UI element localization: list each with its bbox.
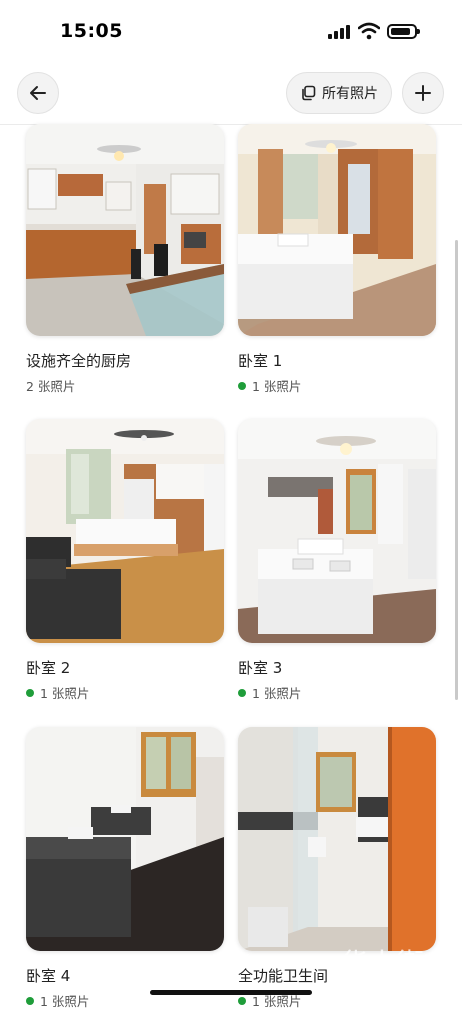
- status-time: 15:05: [60, 20, 123, 42]
- room-card-bedroom-2[interactable]: 卧室 2 1 张照片: [26, 419, 224, 701]
- room-title: 全功能卫生间: [238, 967, 329, 985]
- all-photos-button[interactable]: 所有照片: [286, 72, 392, 114]
- photos-stack-icon: [302, 85, 316, 101]
- back-button[interactable]: [17, 72, 59, 114]
- photo-count: 1 张照片: [238, 683, 301, 702]
- room-photo-kitchen: [26, 124, 224, 336]
- status-dot-icon: [238, 688, 246, 697]
- all-photos-label: 所有照片: [322, 86, 378, 102]
- room-card-bedroom-4[interactable]: 卧室 4 1 张照片: [26, 727, 224, 1009]
- scrollbar[interactable]: [455, 240, 458, 700]
- status-dot-icon: [26, 996, 34, 1005]
- photo-count: 1 张照片: [238, 376, 301, 395]
- add-photo-button[interactable]: [402, 72, 444, 114]
- room-title: 卧室 2: [26, 659, 71, 677]
- room-card-bathroom[interactable]: 全功能卫生间 1 张照片: [238, 727, 436, 1009]
- room-title: 卧室 1: [238, 352, 283, 370]
- room-title: 卧室 3: [238, 659, 283, 677]
- room-photo-bathroom: [238, 727, 436, 951]
- room-card-bedroom-1[interactable]: 卧室 1 1 张照片: [238, 124, 436, 394]
- top-nav: 所有照片: [0, 60, 462, 125]
- arrow-left-icon: [30, 86, 46, 100]
- status-dot-icon: [238, 996, 246, 1005]
- room-photo-bedroom-4: [26, 727, 224, 951]
- wifi-icon: [358, 22, 380, 40]
- cellular-signal-icon: [328, 25, 350, 39]
- room-title: 设施齐全的厨房: [26, 352, 132, 370]
- photo-count: 2 张照片: [26, 379, 76, 394]
- svg-text:HUAREN.JIEI: HUAREN.JIEI: [360, 982, 421, 993]
- status-dot-icon: [238, 381, 246, 390]
- battery-icon: [387, 24, 420, 39]
- room-photo-bedroom-1: [238, 124, 436, 336]
- room-card-bedroom-3[interactable]: 卧室 3 1 张照片: [238, 419, 436, 701]
- watermark-logo: 华人街 HUAREN.JIEI: [330, 935, 455, 995]
- room-card-kitchen[interactable]: 设施齐全的厨房 2 张照片: [26, 124, 224, 394]
- status-bar: 15:05: [0, 0, 462, 60]
- room-title: 卧室 4: [26, 967, 71, 985]
- home-indicator[interactable]: [150, 990, 312, 995]
- plus-icon: [415, 85, 431, 101]
- photo-count: 1 张照片: [26, 991, 89, 1010]
- status-dot-icon: [26, 688, 34, 697]
- photo-count: 1 张照片: [26, 683, 89, 702]
- svg-text:华人街: 华人街: [340, 947, 424, 980]
- room-photo-bedroom-2: [26, 419, 224, 643]
- room-photo-bedroom-3: [238, 419, 436, 643]
